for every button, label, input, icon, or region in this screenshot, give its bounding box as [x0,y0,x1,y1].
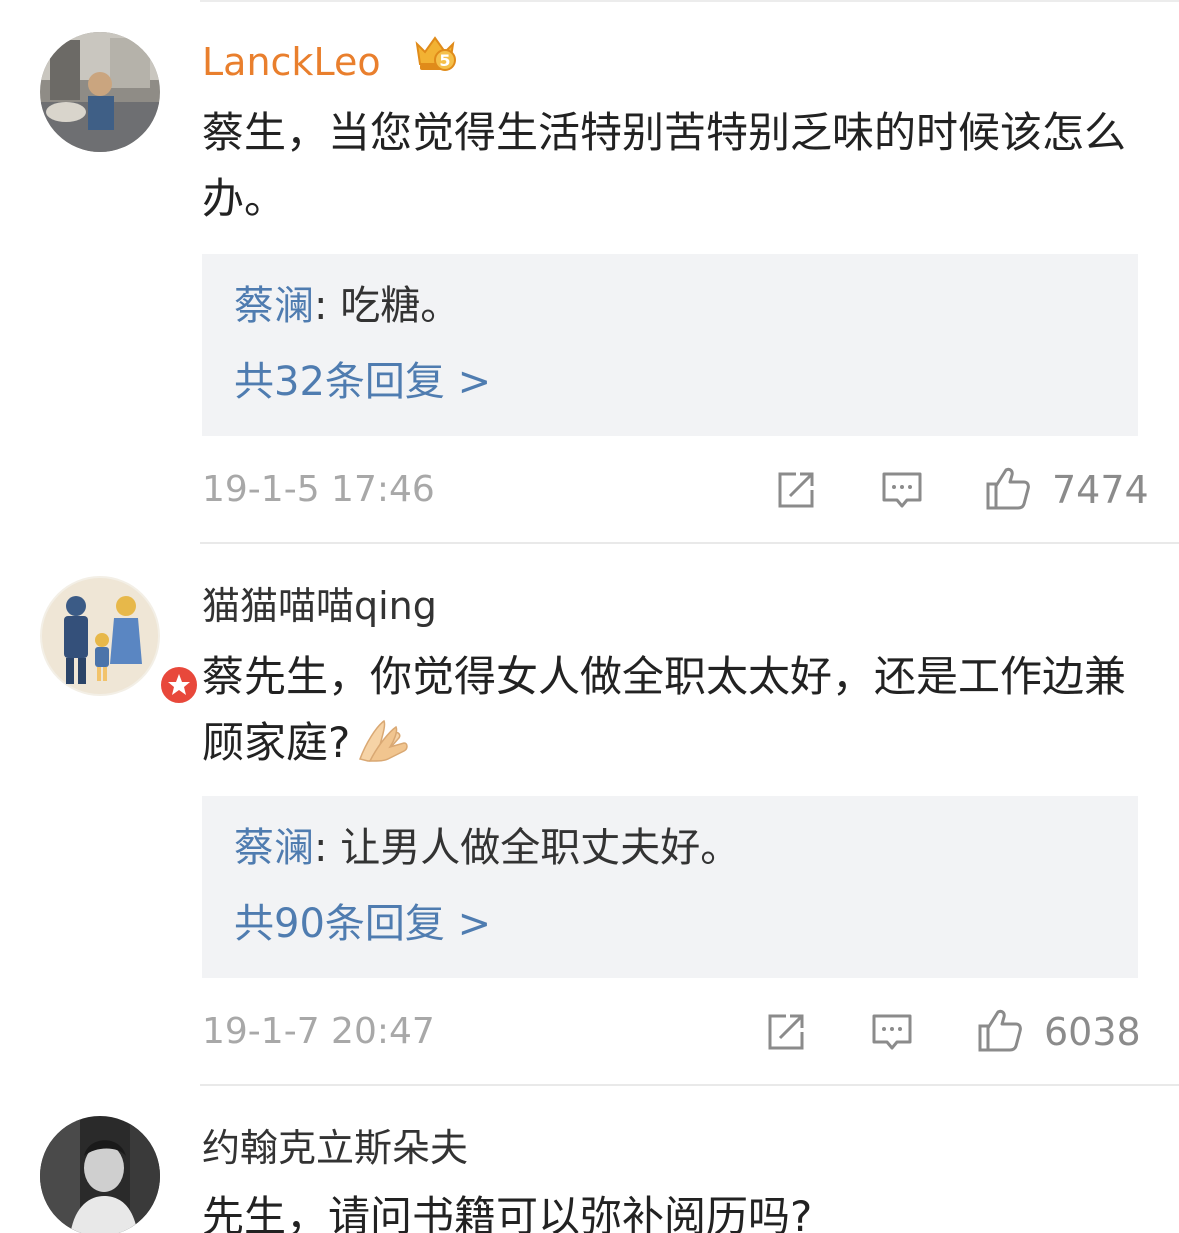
like-count: 6038 [1044,1010,1141,1054]
username[interactable]: LanckLeo [202,38,381,86]
reply-text: 吃糖。 [340,283,461,329]
reply-line: 蔡澜: 让男人做全职丈夫好。 [234,822,740,874]
comment-text: 先生，请问书籍可以弥补阅历吗? [202,1192,813,1233]
thumbs-up-icon[interactable] [984,464,1032,512]
crown-vip-icon[interactable]: 5 [412,30,458,76]
comment-text-body: 蔡先生，你觉得女人做全职太太好，还是工作边兼顾家庭? [202,652,1127,767]
divider [200,0,1179,2]
comment-icon[interactable] [870,1010,914,1054]
avatar[interactable] [40,32,160,152]
verified-badge-icon [158,664,200,706]
share-icon[interactable] [764,1010,808,1054]
comment-list: LanckLeo 5 蔡生，当您觉得生活特别苦特别乏味的时候该怎么办。 蔡澜: … [0,0,1179,1233]
thumbs-up-icon[interactable] [976,1006,1024,1054]
reply-preview[interactable]: 蔡澜: 让男人做全职丈夫好。 共90条回复 > [202,796,1138,978]
reply-count-link[interactable]: 共32条回复 > [234,356,491,408]
comment-icon[interactable] [880,468,924,512]
reply-line: 蔡澜: 吃糖。 [234,280,460,332]
comment-text: 蔡生，当您觉得生活特别苦特别乏味的时候该怎么办。 [202,108,1127,223]
reply-separator: : [314,825,341,871]
reply-author[interactable]: 蔡澜 [234,283,314,329]
share-icon[interactable] [774,468,818,512]
comment-time: 19-1-7 20:47 [202,1011,435,1052]
like-count: 7474 [1052,468,1149,512]
comment-time: 19-1-5 17:46 [202,469,435,510]
reply-text: 让男人做全职丈夫好。 [340,825,741,871]
username[interactable]: 约翰克立斯朵夫 [202,1124,468,1172]
reply-count-link[interactable]: 共90条回复 > [234,898,491,950]
avatar[interactable] [40,576,200,706]
reply-preview[interactable]: 蔡澜: 吃糖。 共32条回复 > [202,254,1138,436]
reply-separator: : [314,283,341,329]
divider [200,542,1179,544]
pray-hands-emoji [359,719,409,762]
divider [200,1084,1179,1086]
svg-text:5: 5 [439,51,450,70]
reply-author[interactable]: 蔡澜 [234,825,314,871]
comment-text: 蔡先生，你觉得女人做全职太太好，还是工作边兼顾家庭? [202,644,1142,776]
username[interactable]: 猫猫喵喵qing [202,582,437,630]
avatar[interactable] [40,1116,160,1233]
